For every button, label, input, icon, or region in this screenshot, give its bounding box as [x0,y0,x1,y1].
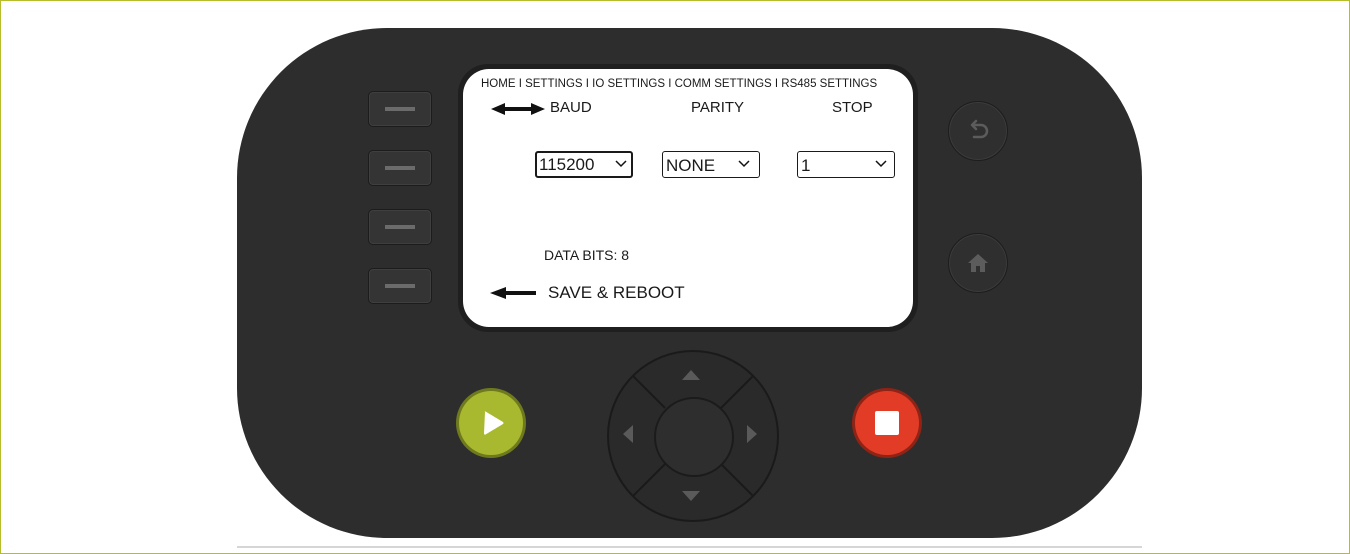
breadcrumb: HOME I SETTINGS I IO SETTINGS I COMM SET… [481,78,878,90]
stop-label: STOP [832,99,873,116]
baud-label: BAUD [550,99,592,116]
play-icon [484,411,504,435]
arrow-down-icon[interactable] [681,490,701,502]
arrow-up-icon[interactable] [681,369,701,381]
soft-key-4[interactable] [368,268,432,304]
lcd-screen: HOME I SETTINGS I IO SETTINGS I COMM SET… [463,69,913,327]
hmi-device: HOME I SETTINGS I IO SETTINGS I COMM SET… [237,28,1142,538]
stop-icon [875,411,899,435]
soft-key-2[interactable] [368,150,432,186]
arrow-right-icon[interactable] [746,424,758,444]
parity-label: PARITY [691,99,745,116]
left-arrow-icon [490,287,536,299]
chevron-down-icon [615,160,627,168]
data-bits-text: DATA BITS: 8 [544,247,630,263]
arrow-left-icon[interactable] [622,424,634,444]
play-button[interactable] [459,391,523,455]
baud-select[interactable]: 115200 [535,151,633,178]
soft-key-1[interactable] [368,91,432,127]
baud-value: 115200 [539,155,595,174]
dpad-center-button[interactable] [654,397,734,477]
parity-select[interactable]: NONE [662,151,760,178]
save-reboot-button[interactable]: SAVE & REBOOT [548,283,685,303]
soft-key-bar [385,225,415,229]
chevron-down-icon [738,160,750,168]
soft-key-3[interactable] [368,209,432,245]
soft-key-bar [385,107,415,111]
home-button[interactable] [948,233,1008,293]
chevron-down-icon [875,160,887,168]
divider [237,546,1142,548]
home-icon [968,254,988,272]
back-icon [970,119,989,139]
stop-button[interactable] [855,391,919,455]
soft-key-bar [385,166,415,170]
parity-value: NONE [666,156,716,175]
soft-key-bar [385,284,415,288]
back-button[interactable] [948,101,1008,161]
left-right-arrow-icon [491,103,545,115]
stop-select[interactable]: 1 [797,151,895,178]
stop-value: 1 [801,156,811,175]
